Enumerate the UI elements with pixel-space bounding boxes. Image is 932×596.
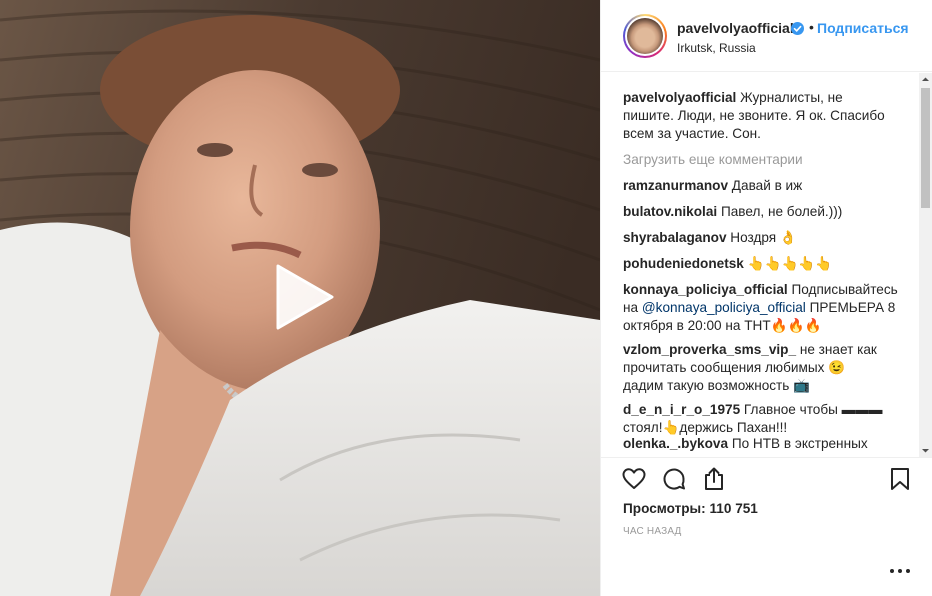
caption-text-line2: пишите. Люди, не звоните. Я ок. Спасибо xyxy=(623,108,885,123)
comment-text: октября в 20:00 на ТНТ🔥🔥🔥 xyxy=(623,318,822,333)
post-location[interactable]: Irkutsk, Russia xyxy=(677,41,756,55)
caption-username[interactable]: pavelvolyaofficial xyxy=(623,90,736,105)
comments-list: pavelvolyaofficial Журналисты, не пишите… xyxy=(601,73,932,457)
comment-text: 👆👆👆👆👆 xyxy=(747,256,833,271)
caption-text-line3: всем за участие. Сон. xyxy=(623,126,761,141)
comment-username[interactable]: vzlom_proverka_sms_vip_ xyxy=(623,342,796,357)
comment-username[interactable]: pohudeniedonetsk xyxy=(623,256,744,271)
verified-icon xyxy=(791,22,804,35)
comment-text: Павел, не болей.))) xyxy=(720,204,843,219)
comment-text: прочитать сообщения любимых 😉 xyxy=(623,360,846,375)
comment-text: По НТВ в экстренных xyxy=(731,436,868,451)
comment-username[interactable]: olenka._.bykova xyxy=(623,436,728,451)
list-item: olenka._.bykova По НТВ в экстренных xyxy=(623,435,913,453)
comment-username[interactable]: bulatov.nikolai xyxy=(623,204,717,219)
follow-button[interactable]: Подписаться xyxy=(817,20,909,36)
caption: pavelvolyaofficial Журналисты, не пишите… xyxy=(623,89,913,143)
play-icon[interactable] xyxy=(268,262,338,332)
scroll-down-icon[interactable] xyxy=(919,444,932,457)
views-label: Просмотры: xyxy=(623,501,706,516)
mention-link[interactable]: @konnaya_policiya_official xyxy=(642,300,806,315)
list-item: shyrabalaganov Ноздря 👌 xyxy=(623,229,913,247)
comment-text: Ноздря 👌 xyxy=(730,230,797,245)
post-timestamp[interactable]: ЧАС НАЗАД xyxy=(623,526,682,537)
comment-username[interactable]: konnaya_policiya_official xyxy=(623,282,788,297)
scroll-up-icon[interactable] xyxy=(919,73,932,86)
comments-scrollbar[interactable] xyxy=(919,73,932,457)
list-item: d_e_n_i_r_o_1975 Главное чтобы ▬▬▬ стоял… xyxy=(623,401,913,437)
avatar-photo xyxy=(627,18,663,54)
post-sidebar: pavelvolyaofficial • Подписаться Irkutsk… xyxy=(600,0,932,596)
comment-text: Давай в иж xyxy=(731,178,803,193)
comment-text: Подписывайтесь xyxy=(791,282,898,297)
comment-text: ПРЕМЬЕРА 8 xyxy=(805,300,896,315)
comment-text: Главное чтобы ▬▬▬ xyxy=(743,402,883,417)
comment-username[interactable]: d_e_n_i_r_o_1975 xyxy=(623,402,740,417)
list-item: konnaya_policiya_official Подписывайтесь… xyxy=(623,281,913,335)
list-item: pohudeniedonetsk 👆👆👆👆👆 xyxy=(623,255,913,273)
list-item: ramzanurmanov Давай в иж xyxy=(623,177,913,195)
bookmark-icon[interactable] xyxy=(887,466,913,492)
views-count: Просмотры: 110 751 xyxy=(623,501,758,516)
avatar[interactable] xyxy=(623,14,667,58)
caption-text-line1: Журналисты, не xyxy=(740,90,843,105)
scroll-thumb[interactable] xyxy=(921,88,930,208)
heart-icon[interactable] xyxy=(621,466,647,492)
dot-separator: • xyxy=(809,19,814,35)
list-item: vzlom_proverka_sms_vip_ не знает как про… xyxy=(623,341,913,395)
list-item: bulatov.nikolai Павел, не болей.))) xyxy=(623,203,913,221)
comment-username[interactable]: ramzanurmanov xyxy=(623,178,728,193)
post-header: pavelvolyaofficial • Подписаться Irkutsk… xyxy=(601,0,932,72)
post-username[interactable]: pavelvolyaofficial xyxy=(677,20,794,36)
more-icon[interactable] xyxy=(887,561,913,581)
comment-icon[interactable] xyxy=(661,466,687,492)
post-actions: Просмотры: 110 751 ЧАС НАЗАД xyxy=(601,457,932,596)
share-icon[interactable] xyxy=(701,466,727,492)
comment-text: дадим такую возможность 📺 xyxy=(623,378,811,393)
comment-username[interactable]: shyrabalaganov xyxy=(623,230,727,245)
views-value: 110 751 xyxy=(709,501,758,516)
comment-text: на xyxy=(623,300,642,315)
video-player[interactable] xyxy=(0,0,600,596)
load-more-comments-button[interactable]: Загрузить еще комментарии xyxy=(623,152,803,167)
comment-text: не знает как xyxy=(799,342,877,357)
